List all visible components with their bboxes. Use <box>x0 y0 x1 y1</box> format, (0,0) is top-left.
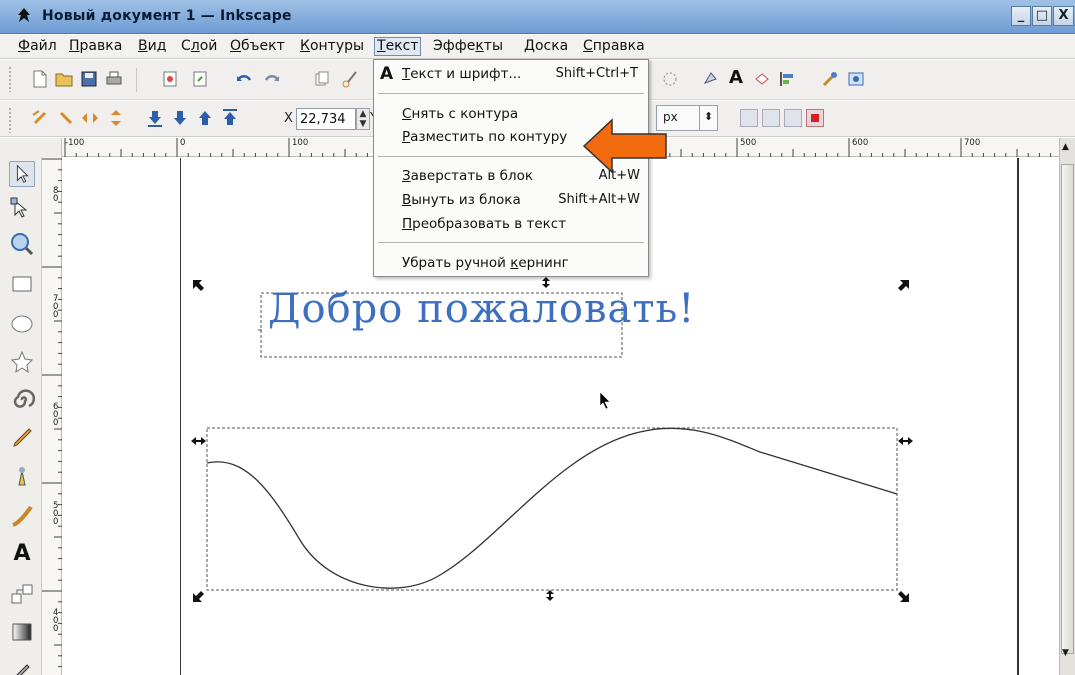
menu-item-shortcut: Shift+Alt+W <box>558 192 640 207</box>
menu-item-label: аверстать в блок <box>410 168 534 184</box>
menu-item-label: азместить по контуру <box>410 129 568 145</box>
menu-item-key: Р <box>402 129 411 145</box>
menu-item-key: В <box>402 192 412 208</box>
vertical-scrollbar[interactable]: ▲ ▼ <box>1059 138 1075 675</box>
menu-item-label: ынуть из блока <box>411 192 521 208</box>
scale-handle-s-icon <box>546 590 554 601</box>
menu-item-label: нять с контура <box>411 106 519 122</box>
menu-item-remove-manual-kerns[interactable]: Убрать ручной кернинг <box>402 253 646 275</box>
scrollbar-thumb[interactable] <box>1061 164 1074 654</box>
menu-item-key: П <box>402 216 413 232</box>
path-bounding-box <box>206 427 898 591</box>
scale-handle-sw-icon <box>193 591 204 602</box>
text-font-icon: A <box>380 64 394 84</box>
welcome-text-object[interactable]: Добро пожаловать! <box>268 286 695 332</box>
menu-item-key: З <box>402 168 411 184</box>
scale-handle-ne-icon <box>898 280 909 291</box>
mouse-cursor-icon <box>599 391 611 410</box>
callout-arrow-icon <box>582 118 667 174</box>
menu-item-text-and-font[interactable]: A Текст и шрифт... Shift+Ctrl+T <box>378 64 644 86</box>
menu-item-label: ернинг <box>518 255 569 271</box>
menu-separator <box>378 93 644 94</box>
scale-handle-nw-icon <box>193 280 204 291</box>
menu-item-label: Убрать ручной <box>402 255 511 271</box>
curve-path[interactable] <box>206 427 898 589</box>
scroll-down-icon[interactable]: ▼ <box>1062 648 1069 658</box>
menu-item-label: реобразовать в текст <box>412 216 567 232</box>
scroll-up-icon[interactable]: ▲ <box>1062 142 1069 152</box>
scale-handle-e-icon <box>898 437 913 445</box>
menu-item-key: Т <box>402 66 411 82</box>
scale-handle-se-icon <box>898 591 909 602</box>
menu-item-convert-to-text[interactable]: Преобразовать в текст <box>402 214 646 236</box>
menu-separator <box>378 242 644 243</box>
menu-item-shortcut: Shift+Ctrl+T <box>555 66 638 81</box>
menu-item-unflow[interactable]: Вынуть из блока Shift+Alt+W <box>402 190 646 212</box>
scale-handle-w-icon <box>191 437 206 445</box>
menu-item-label: екст и шрифт... <box>410 66 522 82</box>
